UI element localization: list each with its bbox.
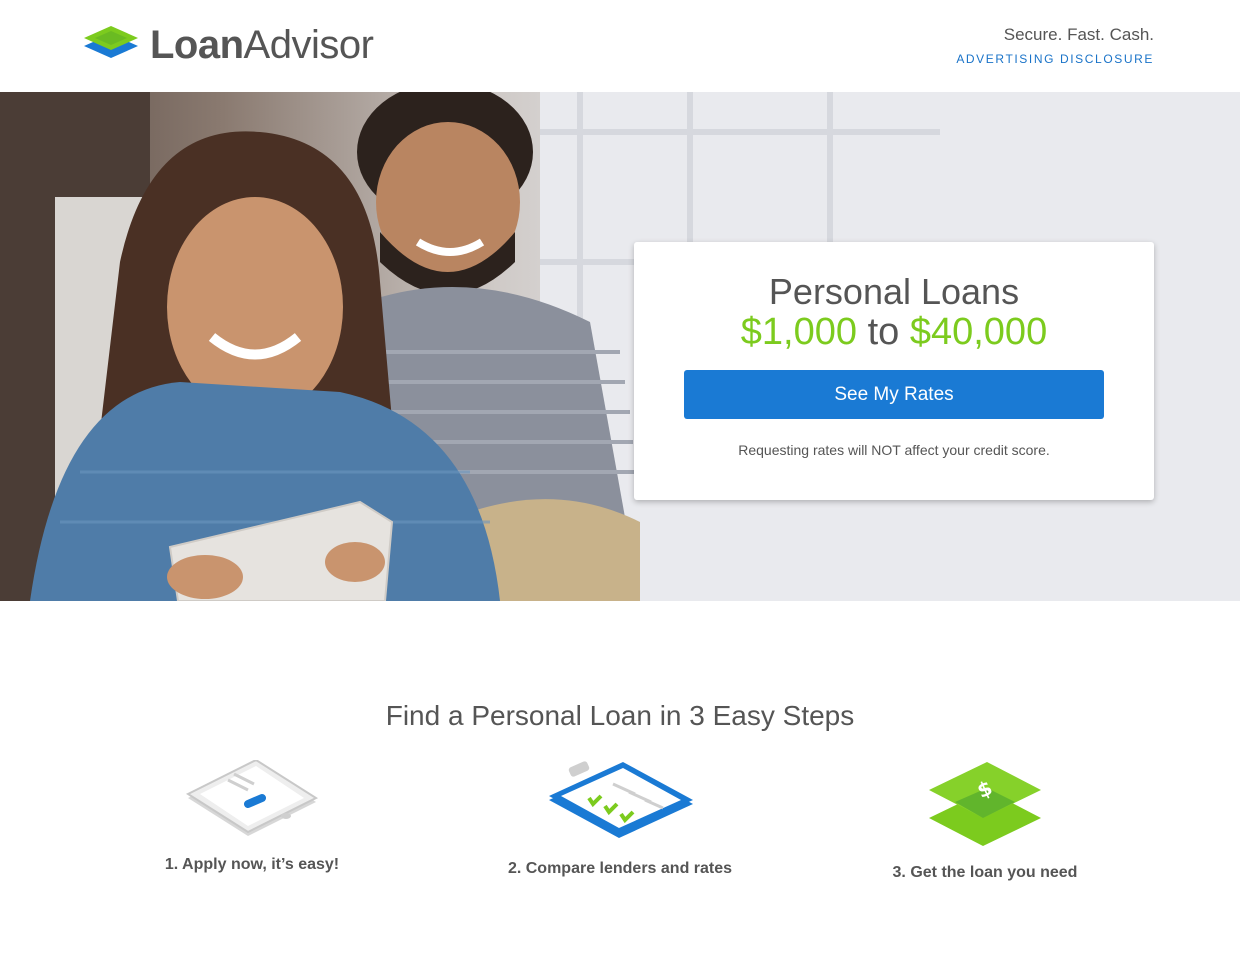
step-apply: 1. Apply now, it’s easy! [152,760,352,874]
money-icon: $ [929,762,1041,846]
step-label-compare: 2. Compare lenders and rates [507,860,733,877]
steps-heading: Find a Personal Loan in 3 Easy Steps [385,700,855,731]
step-get-loan: $ 3. Get the loan you need [860,760,1110,882]
card-title: Personal Loans [768,271,1020,312]
amount-max: $40,000 [909,311,1048,353]
logo[interactable]: LoanAdvisor [82,22,374,68]
logo-text: LoanAdvisor [150,23,374,67]
tablet-icon [185,760,319,836]
step-compare: 2. Compare lenders and rates [490,760,750,878]
advertising-disclosure-link[interactable]: ADVERTISING DISCLOSURE [956,52,1154,66]
step-label-apply: 1. Apply now, it’s easy! [164,856,340,873]
site-header: LoanAdvisor Secure. Fast. Cash. ADVERTIS… [0,0,1240,92]
loan-amount-range: $1,000 to $40,000 [634,312,1154,352]
step-label-get-loan: 3. Get the loan you need [892,864,1078,881]
see-my-rates-button[interactable]: See My Rates [684,370,1104,419]
amount-separator: to [867,311,900,353]
credit-score-note: Requesting rates will NOT affect your cr… [738,442,1050,458]
loan-offer-card: Personal Loans $1,000 to $40,000 See My … [634,242,1154,500]
logo-mark-icon [84,26,138,58]
clipboard-icon [549,761,693,838]
amount-min: $1,000 [740,311,858,353]
hero-banner: Personal Loans $1,000 to $40,000 See My … [0,92,1240,601]
tagline: Secure. Fast. Cash. [1003,25,1154,44]
